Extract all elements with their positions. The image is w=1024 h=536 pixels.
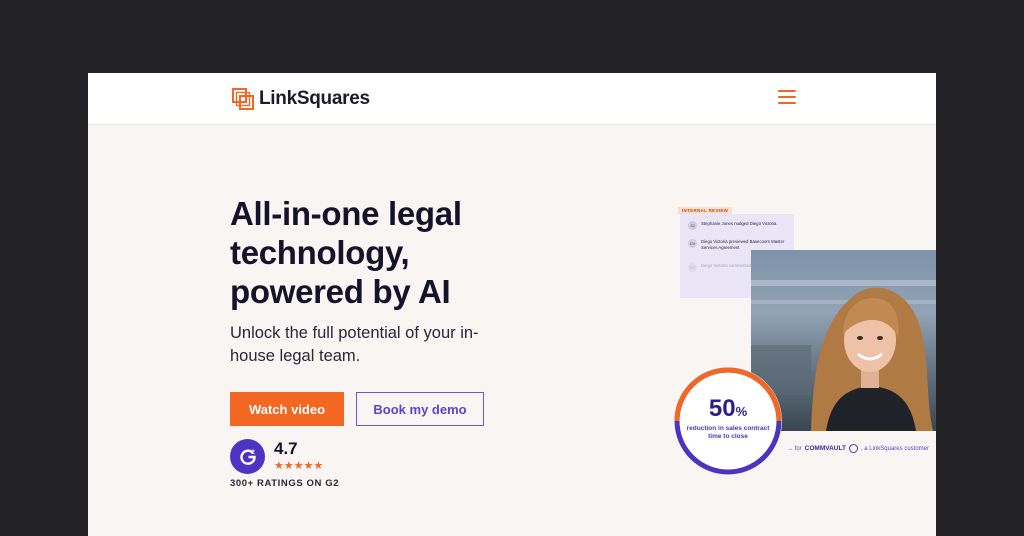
stat-unit: % [735, 404, 748, 419]
avatar: DV [688, 263, 697, 272]
commvault-logo: COMMVAULT [804, 445, 846, 452]
stat-label: reduction in sales contract time to clos… [686, 425, 770, 440]
customer-prefix: → for [787, 445, 802, 452]
linksquares-logo-icon [232, 88, 254, 110]
logo-text: LinkSquares [259, 88, 370, 109]
avatar: SJ [688, 221, 697, 230]
watch-video-button[interactable]: Watch video [230, 392, 344, 426]
stat-value: 50 [708, 395, 736, 422]
review-row: SJ Stephanie Jones nudged Diego Victoria [688, 221, 793, 230]
linksquares-logo[interactable]: LinkSquares [232, 87, 370, 111]
rating-score: 4.7 [274, 439, 298, 458]
g2-logo-icon[interactable]: 2 [230, 439, 265, 474]
hamburger-icon[interactable] [778, 90, 796, 106]
website-page: LinkSquares All-in-one legal technology,… [88, 73, 936, 536]
avatar: DV [688, 239, 697, 248]
review-row-text: Stephanie Jones nudged Diego Victoria [701, 221, 777, 226]
star-rating: ★★★★★ [274, 460, 324, 472]
hero-subtitle: Unlock the full potential of your in-hou… [230, 324, 479, 365]
hero-title: All-in-one legal technology, powered by … [230, 195, 462, 310]
commvault-logo-icon [848, 444, 858, 453]
customer-attribution: → for COMMVAULT , a LinkSquares customer [787, 444, 929, 453]
book-demo-button[interactable]: Book my demo [356, 392, 484, 426]
stat-number: 50% [674, 395, 782, 423]
svg-text:2: 2 [251, 450, 255, 456]
ratings-caption: 300+ RATINGS ON G2 [230, 478, 340, 489]
customer-suffix: , a LinkSquares customer [860, 445, 929, 452]
review-tag: INTERNAL REVIEW [678, 207, 733, 214]
top-nav: LinkSquares [88, 73, 936, 125]
